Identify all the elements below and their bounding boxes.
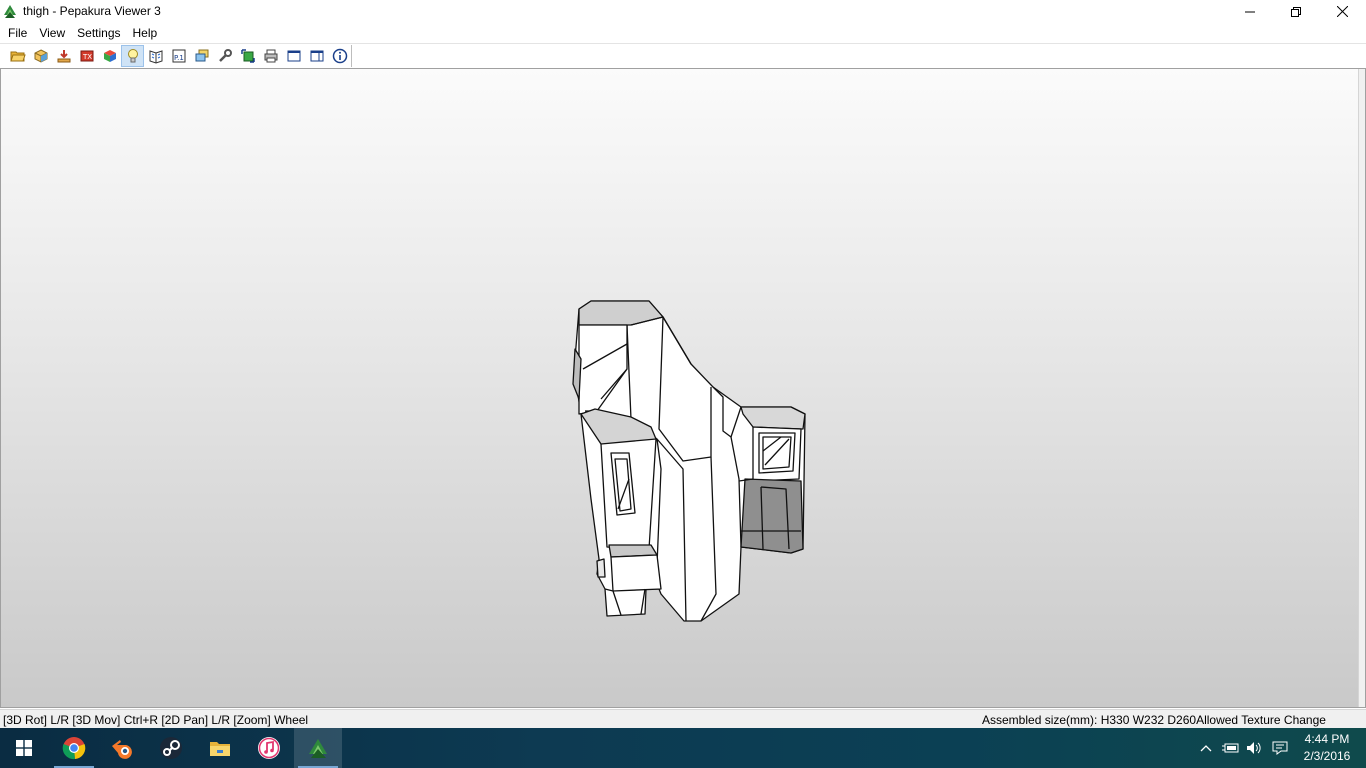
notification-icon [1272,741,1288,755]
restore-icon [1291,6,1301,17]
menu-view[interactable]: View [33,23,71,43]
taskbar: 4:44 PM 2/3/2016 [0,728,1366,768]
clock-time: 4:44 PM [1304,732,1350,746]
blender-icon [112,740,132,759]
menu-help[interactable]: Help [127,23,164,43]
color-cube-icon [103,50,116,62]
pepakura-icon [309,739,327,758]
window-title: thigh - Pepakura Viewer 3 [23,4,161,18]
svg-text:TX: TX [82,53,92,61]
windows-start-icon [16,740,32,756]
split-pane-icon [310,50,323,62]
export-button[interactable] [236,45,259,67]
thigh-3d-model[interactable] [561,227,811,627]
battery-icon [1222,743,1239,753]
wrench-icon [218,49,232,62]
action-center-button[interactable] [1268,728,1292,768]
menu-bar: File View Settings Help [0,23,1366,43]
layers-icon [195,49,208,62]
3d-viewport[interactable] [0,68,1366,708]
volume-icon [1247,742,1261,754]
single-pane-button[interactable] [282,45,305,67]
open-button[interactable] [6,45,29,67]
title-bar[interactable]: thigh - Pepakura Viewer 3 [0,0,1366,23]
itunes-icon [258,737,280,759]
taskbar-file-explorer[interactable] [196,728,244,768]
light-button[interactable] [121,45,144,67]
print-icon [264,49,277,63]
viewport-right-edge [1358,69,1365,707]
close-icon [1336,6,1348,17]
status-bar: [3D Rot] L/R [3D Mov] Ctrl+R [2D Pan] L/… [0,709,1366,728]
restore-button[interactable] [1273,0,1319,23]
toolbar: TX P.1 [4,45,352,67]
close-button[interactable] [1319,0,1365,23]
steam-icon [160,737,182,759]
texture-icon: TX [80,50,93,62]
light-bulb-icon [127,49,138,63]
minimize-button[interactable] [1227,0,1273,23]
unfold-button[interactable] [52,45,75,67]
unfold-icon [57,50,70,63]
taskbar-clock[interactable]: 4:44 PM 2/3/2016 [1296,731,1358,765]
menu-file[interactable]: File [2,23,33,43]
taskbar-pepakura[interactable] [294,728,342,768]
chevron-up-icon [1200,745,1212,752]
volume-button[interactable] [1244,728,1266,768]
menu-settings[interactable]: Settings [71,23,126,43]
svg-text:P.1: P.1 [174,54,184,62]
file-explorer-icon [210,742,230,756]
book-button[interactable] [144,45,167,67]
texture-button[interactable]: TX [75,45,98,67]
taskbar-itunes[interactable] [245,728,293,768]
export-icon [240,49,255,63]
app-window: thigh - Pepakura Viewer 3 File View Sett… [0,0,1366,728]
3d-model-button[interactable] [29,45,52,67]
color-cube-button[interactable] [98,45,121,67]
book-icon [149,50,162,64]
clock-date: 2/3/2016 [1303,749,1351,763]
tray-overflow-button[interactable] [1196,728,1216,768]
toolbar-area: TX P.1 [0,43,1366,68]
split-pane-button[interactable] [305,45,328,67]
minimize-icon [1245,11,1255,12]
chrome-icon [62,737,86,760]
pepakura-app-icon [4,5,16,18]
taskbar-blender[interactable] [98,728,146,768]
status-controls-hint: [3D Rot] L/R [3D Mov] Ctrl+R [2D Pan] L/… [3,713,309,727]
status-assembled-size: Assembled size(mm): H330 W232 D260Allowe… [982,713,1326,727]
page-number-button[interactable]: P.1 [167,45,190,67]
print-button[interactable] [259,45,282,67]
battery-button[interactable] [1220,728,1242,768]
open-folder-icon [9,51,26,62]
taskbar-chrome[interactable] [50,728,98,768]
taskbar-steam[interactable] [147,728,195,768]
page-number-icon: P.1 [172,49,185,63]
single-pane-icon [287,50,300,62]
layers-button[interactable] [190,45,213,67]
info-button[interactable] [328,45,351,67]
wrench-button[interactable] [213,45,236,67]
start-button[interactable] [0,728,48,768]
info-icon [332,48,347,64]
3d-model-icon [34,49,47,63]
